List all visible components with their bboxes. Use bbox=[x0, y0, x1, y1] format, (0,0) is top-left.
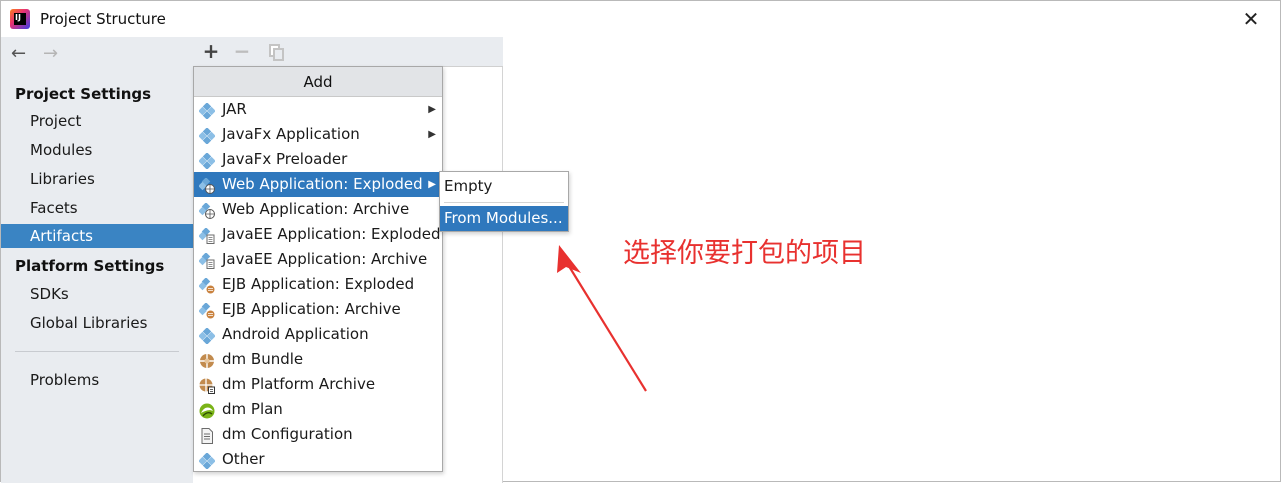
ejb-artifact-icon bbox=[198, 277, 215, 294]
add-menu-item-web-application-exploded[interactable]: Web Application: Exploded ▶ bbox=[194, 172, 442, 197]
add-menu-item-ejb-application-exploded[interactable]: EJB Application: Exploded bbox=[194, 272, 442, 297]
plan-icon bbox=[199, 402, 215, 419]
add-icon[interactable]: + bbox=[200, 40, 222, 62]
javaee-artifact-icon bbox=[198, 252, 215, 269]
add-menu-item-other[interactable]: Other bbox=[194, 447, 442, 472]
javaee-artifact-icon bbox=[198, 227, 215, 244]
sidebar-item-sdks[interactable]: SDKs bbox=[1, 282, 193, 306]
submenu-arrow-icon: ▶ bbox=[428, 104, 436, 115]
add-menu-item-javafx-application[interactable]: JavaFx Application ▶ bbox=[194, 122, 442, 147]
menu-item-label: Other bbox=[222, 450, 265, 468]
web-artifact-icon bbox=[198, 177, 215, 194]
sidebar-item-problems[interactable]: Problems bbox=[1, 368, 193, 392]
artifact-icon bbox=[198, 452, 216, 470]
menu-item-label: JavaFx Application bbox=[222, 125, 360, 143]
menu-item-label: dm Platform Archive bbox=[222, 375, 376, 393]
sidebar-item-facets[interactable]: Facets bbox=[1, 196, 193, 220]
forward-arrow-icon[interactable]: → bbox=[43, 43, 67, 65]
window-title: Project Structure bbox=[40, 10, 166, 28]
add-menu-item-javaee-application-exploded[interactable]: JavaEE Application: Exploded bbox=[194, 222, 442, 247]
remove-icon[interactable]: − bbox=[231, 40, 253, 62]
history-navigation: ← → bbox=[11, 43, 67, 65]
logo-text: IJ bbox=[14, 13, 26, 25]
submenu-item-empty[interactable]: Empty bbox=[440, 174, 568, 199]
platform-settings-heading: Platform Settings bbox=[15, 257, 165, 275]
menu-item-label: dm Plan bbox=[222, 400, 283, 418]
artifact-icon bbox=[198, 102, 216, 120]
annotation-arrow bbox=[557, 245, 647, 392]
artifact-icon bbox=[198, 127, 216, 145]
add-menu-item-dm-configuration[interactable]: dm Configuration bbox=[194, 422, 442, 447]
artifacts-toolbar: + − bbox=[193, 37, 503, 67]
add-menu-item-javaee-application-archive[interactable]: JavaEE Application: Archive bbox=[194, 247, 442, 272]
menu-item-label: Web Application: Exploded bbox=[222, 175, 423, 193]
web-artifact-icon bbox=[198, 202, 215, 219]
submenu-arrow-icon: ▶ bbox=[428, 179, 436, 190]
add-menu-item-ejb-application-archive[interactable]: EJB Application: Archive bbox=[194, 297, 442, 322]
submenu-separator bbox=[444, 202, 564, 203]
menu-item-label: dm Bundle bbox=[222, 350, 304, 368]
submenu-item-from-modules[interactable]: From Modules... bbox=[440, 206, 568, 231]
close-icon[interactable]: ✕ bbox=[1239, 7, 1263, 31]
copy-icon[interactable] bbox=[265, 40, 287, 62]
add-menu-item-android-application[interactable]: Android Application bbox=[194, 322, 442, 347]
sidebar: ← → Project Settings Project Modules Libr… bbox=[1, 37, 193, 483]
menu-item-label: Android Application bbox=[222, 325, 369, 343]
add-menu-item-javafx-preloader[interactable]: JavaFx Preloader bbox=[194, 147, 442, 172]
add-menu-item-jar[interactable]: JAR ▶ bbox=[194, 97, 442, 122]
artifact-icon bbox=[198, 327, 216, 345]
menu-item-label: EJB Application: Exploded bbox=[222, 275, 415, 293]
back-arrow-icon[interactable]: ← bbox=[11, 43, 35, 65]
platform-archive-icon bbox=[199, 377, 215, 394]
sidebar-item-artifacts[interactable]: Artifacts bbox=[1, 224, 193, 248]
add-menu-item-dm-bundle[interactable]: dm Bundle bbox=[194, 347, 442, 372]
sidebar-item-modules[interactable]: Modules bbox=[1, 138, 193, 162]
intellij-logo-icon: IJ bbox=[10, 9, 30, 29]
artifact-icon bbox=[198, 152, 216, 170]
menu-item-label: JavaEE Application: Archive bbox=[222, 250, 428, 268]
menu-item-label: JavaFx Preloader bbox=[222, 150, 348, 168]
sidebar-item-project[interactable]: Project bbox=[1, 109, 193, 133]
menu-item-label: Web Application: Archive bbox=[222, 200, 410, 218]
menu-item-label: dm Configuration bbox=[222, 425, 353, 443]
title-bar: IJ Project Structure ✕ bbox=[1, 1, 1280, 37]
sidebar-item-global-libraries[interactable]: Global Libraries bbox=[1, 311, 193, 335]
add-menu-list: JAR ▶ JavaFx Application ▶ JavaFx Preloader W… bbox=[194, 97, 442, 472]
ejb-artifact-icon bbox=[198, 302, 215, 319]
project-settings-heading: Project Settings bbox=[15, 85, 152, 103]
popup-title: Add bbox=[194, 67, 442, 97]
menu-item-label: EJB Application: Archive bbox=[222, 300, 401, 318]
add-menu-item-web-application-archive[interactable]: Web Application: Archive bbox=[194, 197, 442, 222]
project-structure-window: IJ Project Structure ✕ ← → Project Settin… bbox=[0, 0, 1281, 483]
menu-item-label: JavaEE Application: Exploded bbox=[222, 225, 441, 243]
web-exploded-submenu: Empty From Modules... bbox=[439, 171, 569, 232]
add-menu-item-dm-plan[interactable]: dm Plan bbox=[194, 397, 442, 422]
add-artifact-popup: Add JAR ▶ JavaFx Application ▶ JavaFx Preloa… bbox=[193, 66, 443, 472]
sidebar-divider bbox=[15, 351, 179, 352]
configuration-icon bbox=[199, 427, 215, 444]
add-menu-item-dm-platform-archive[interactable]: dm Platform Archive bbox=[194, 372, 442, 397]
menu-item-label: JAR bbox=[222, 100, 247, 118]
sidebar-item-libraries[interactable]: Libraries bbox=[1, 167, 193, 191]
submenu-arrow-icon: ▶ bbox=[428, 129, 436, 140]
bundle-icon bbox=[199, 352, 215, 368]
